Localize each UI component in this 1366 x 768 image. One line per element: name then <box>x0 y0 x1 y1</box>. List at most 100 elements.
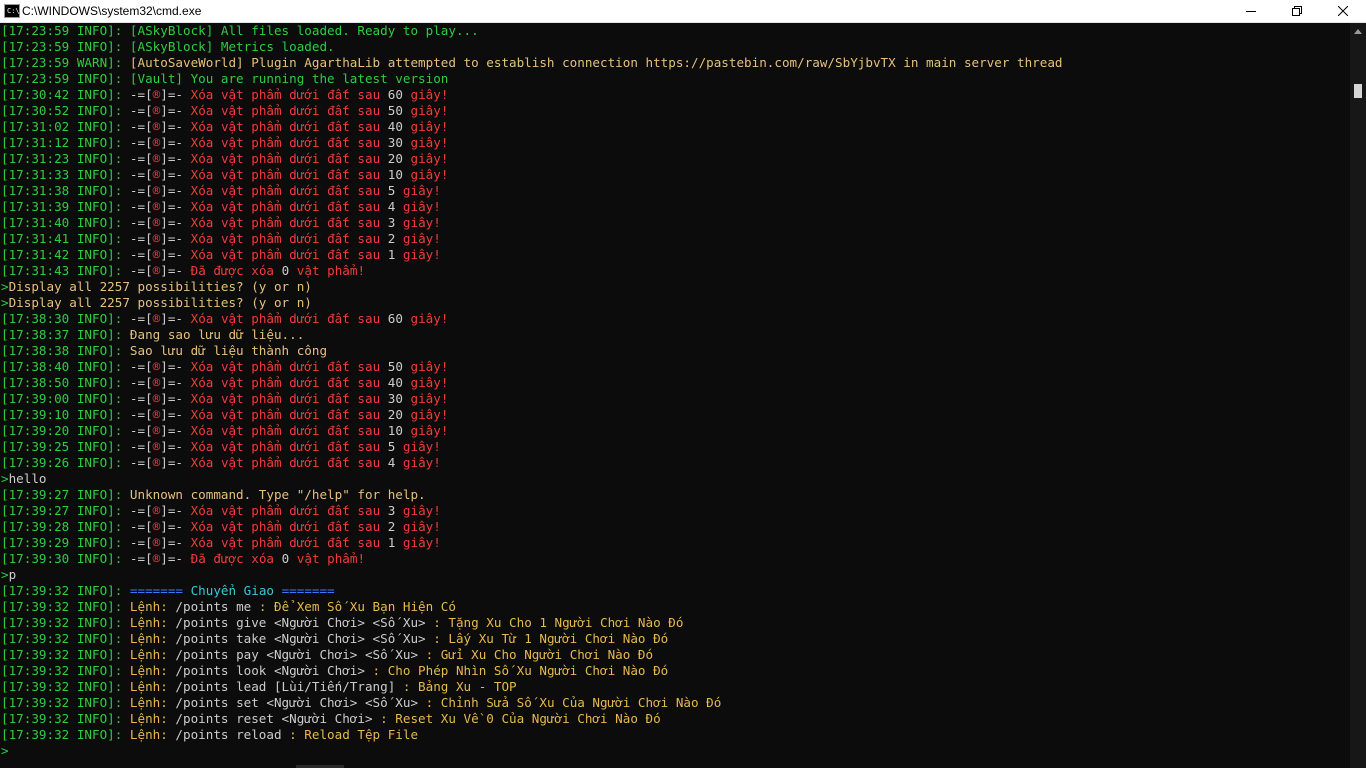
log-text: giây! <box>395 519 441 534</box>
console-line: [17:23:59 INFO]: [Vault] You are running… <box>0 71 1350 87</box>
log-text: 20 <box>387 151 403 166</box>
log-text: Xóa vật phẩm dưới đất sau <box>190 311 388 326</box>
log-text: giây! <box>395 455 441 470</box>
log-text: ]=- <box>160 311 191 326</box>
log-text: ]=- <box>160 103 191 118</box>
log-timestamp: [17:38:38 INFO]: <box>1 343 123 358</box>
log-text: 30 <box>387 135 403 150</box>
log-timestamp: [17:39:00 INFO]: <box>1 391 123 406</box>
log-timestamp: [17:30:42 INFO]: <box>1 87 123 102</box>
log-text: ]=- <box>160 167 191 182</box>
log-timestamp: [17:31:33 INFO]: <box>1 167 123 182</box>
scroll-thumb[interactable] <box>1354 84 1362 98</box>
log-text: ]=- <box>160 263 191 278</box>
log-text: Xóa vật phẩm dưới đất sau <box>190 391 388 406</box>
console-line: [17:30:42 INFO]: -=[®]=- Xóa vật phẩm dư… <box>0 87 1350 103</box>
console-line: [17:31:12 INFO]: -=[®]=- Xóa vật phẩm dư… <box>0 135 1350 151</box>
console-output[interactable]: [17:23:59 INFO]: [ASkyBlock] All files l… <box>0 23 1350 768</box>
restore-button[interactable] <box>1274 0 1320 22</box>
console-line: >hello <box>0 471 1350 487</box>
cmd-icon: C:\ <box>4 4 20 18</box>
log-text: Chuyển Giao <box>190 583 274 598</box>
log-timestamp: [17:31:41 INFO]: <box>1 231 123 246</box>
log-text: -=[ <box>122 359 153 374</box>
log-text: 20 <box>387 407 403 422</box>
console-line: [17:39:28 INFO]: -=[®]=- Xóa vật phẩm dư… <box>0 519 1350 535</box>
log-text: 30 <box>387 391 403 406</box>
log-text: Đang sao lưu dữ liệu... <box>122 327 305 342</box>
scroll-up-button[interactable] <box>1350 23 1366 39</box>
log-text: : Để Xem Số Xu Bạn Hiện Có <box>251 599 456 614</box>
log-text: ]=- <box>160 423 191 438</box>
console-line: [17:31:23 INFO]: -=[®]=- Xóa vật phẩm dư… <box>0 151 1350 167</box>
log-text: -=[ <box>122 375 153 390</box>
log-text: Xóa vật phẩm dưới đất sau <box>190 375 388 390</box>
log-text: [ASkyBlock] Metrics loaded. <box>122 39 335 54</box>
log-timestamp: [17:30:52 INFO]: <box>1 103 123 118</box>
vertical-scrollbar[interactable] <box>1350 23 1366 768</box>
prompt-symbol: > <box>1 471 9 486</box>
console-line: [17:23:59 WARN]: [AutoSaveWorld] Plugin … <box>0 55 1350 71</box>
log-text: ]=- <box>160 439 191 454</box>
log-text: Lệnh: <box>122 631 176 646</box>
console-line: [17:38:40 INFO]: -=[®]=- Xóa vật phẩm dư… <box>0 359 1350 375</box>
log-text: giây! <box>395 215 441 230</box>
console-line: [17:39:10 INFO]: -=[®]=- Xóa vật phẩm dư… <box>0 407 1350 423</box>
log-timestamp: [17:23:59 INFO]: <box>1 23 123 38</box>
prompt-symbol: > <box>1 295 9 310</box>
log-text: Xóa vật phẩm dưới đất sau <box>190 183 388 198</box>
console-line: [17:39:32 INFO]: Lệnh: /points set <Ngườ… <box>0 695 1350 711</box>
console-line: >Display all 2257 possibilities? (y or n… <box>0 279 1350 295</box>
log-timestamp: [17:38:40 INFO]: <box>1 359 123 374</box>
log-text: Xóa vật phẩm dưới đất sau <box>190 135 388 150</box>
log-text: [ASkyBlock] All files loaded. Ready to p… <box>122 23 479 38</box>
console-line: [17:39:32 INFO]: Lệnh: /points take <Ngư… <box>0 631 1350 647</box>
console-line: [17:39:26 INFO]: -=[®]=- Xóa vật phẩm dư… <box>0 455 1350 471</box>
log-text: -=[ <box>122 247 153 262</box>
log-text: Xóa vật phẩm dưới đất sau <box>190 503 388 518</box>
minimize-button[interactable] <box>1228 0 1274 22</box>
log-text: -=[ <box>122 311 153 326</box>
log-timestamp: [17:31:12 INFO]: <box>1 135 123 150</box>
log-text: -=[ <box>122 199 153 214</box>
console-line: [17:39:27 INFO]: -=[®]=- Xóa vật phẩm dư… <box>0 503 1350 519</box>
log-text: 10 <box>387 167 403 182</box>
scroll-up-arrow-icon <box>1354 28 1362 34</box>
log-text: giây! <box>395 247 441 262</box>
log-text: /points take <Người Chơi> <Số Xu> <box>175 631 426 646</box>
log-text: /points reload <box>175 727 282 742</box>
log-text: /points look <Người Chơi> <box>175 663 365 678</box>
log-text: ]=- <box>160 535 191 550</box>
log-text: -=[ <box>122 167 153 182</box>
log-text: /points reset <Người Chơi> <box>175 711 373 726</box>
log-text: Lệnh: <box>122 727 176 742</box>
log-text: : Reload Tệp File <box>281 727 419 742</box>
console-line: >Display all 2257 possibilities? (y or n… <box>0 295 1350 311</box>
close-button[interactable] <box>1320 0 1366 22</box>
log-text: giây! <box>402 423 449 438</box>
console-line: [17:30:52 INFO]: -=[®]=- Xóa vật phẩm dư… <box>0 103 1350 119</box>
console-line: [17:39:32 INFO]: Lệnh: /points look <Ngư… <box>0 663 1350 679</box>
log-text: giây! <box>395 503 441 518</box>
console-line: [17:38:50 INFO]: -=[®]=- Xóa vật phẩm dư… <box>0 375 1350 391</box>
log-text: Lệnh: <box>122 599 176 614</box>
close-icon <box>1338 6 1348 16</box>
log-timestamp: [17:23:59 INFO]: <box>1 39 123 54</box>
log-text: giây! <box>395 199 441 214</box>
log-text: 60 <box>387 311 403 326</box>
log-text: giây! <box>402 135 449 150</box>
log-timestamp: [17:39:28 INFO]: <box>1 519 123 534</box>
log-timestamp: [17:31:38 INFO]: <box>1 183 123 198</box>
log-text: giây! <box>402 359 449 374</box>
console-line: [17:31:33 INFO]: -=[®]=- Xóa vật phẩm dư… <box>0 167 1350 183</box>
log-timestamp: [17:38:30 INFO]: <box>1 311 123 326</box>
log-text: : Tặng Xu Cho 1 Người Chơi Nào Đó <box>425 615 684 630</box>
log-text: -=[ <box>122 407 153 422</box>
title-bar[interactable]: C:\ C:\WINDOWS\system32\cmd.exe <box>0 0 1366 23</box>
log-text: /points give <Người Chơi> <Số Xu> <box>175 615 426 630</box>
log-text: -=[ <box>122 439 153 454</box>
console-line: [17:23:59 INFO]: [ASkyBlock] Metrics loa… <box>0 39 1350 55</box>
log-timestamp: [17:39:27 INFO]: <box>1 503 123 518</box>
log-timestamp: [17:39:26 INFO]: <box>1 455 123 470</box>
console-line: [17:39:32 INFO]: Lệnh: /points me : Để X… <box>0 599 1350 615</box>
